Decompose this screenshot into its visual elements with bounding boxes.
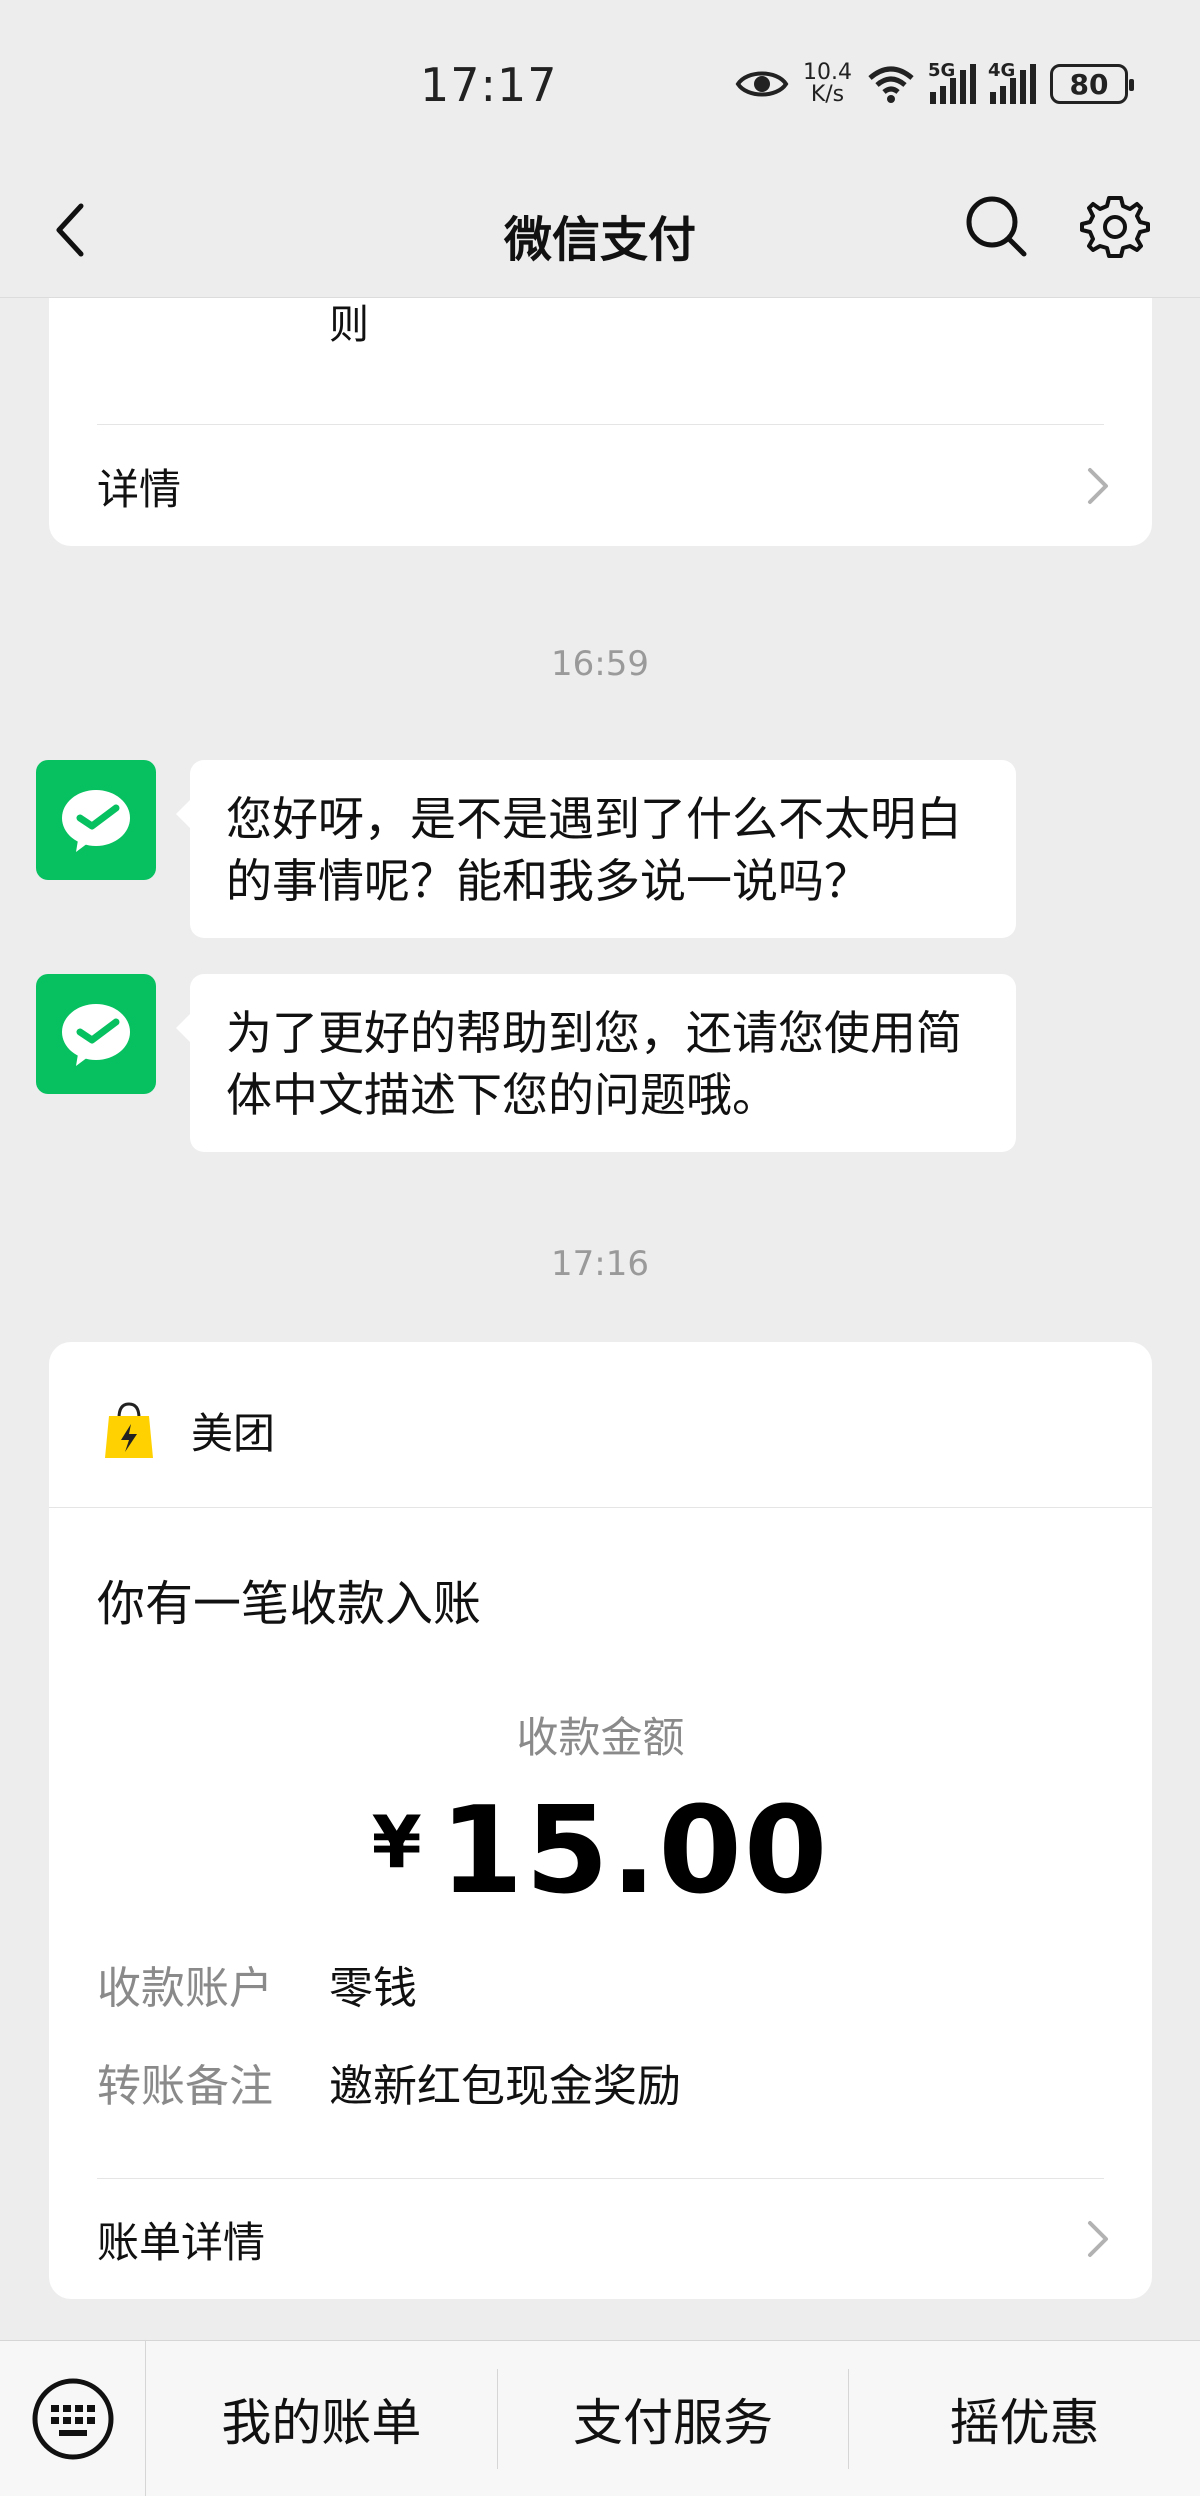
- net-speed-value: 10.4: [803, 60, 852, 85]
- divider: [97, 424, 1104, 425]
- wifi-icon: [868, 66, 914, 103]
- wechat-pay-icon: [62, 790, 130, 852]
- details-link[interactable]: 详情: [97, 456, 1112, 516]
- amount-label: 收款金额: [516, 1713, 685, 1762]
- previous-notice-card: 则 详情: [49, 298, 1152, 546]
- battery-level: 80: [1069, 67, 1109, 101]
- account-value: 零钱: [329, 1963, 417, 2014]
- chat-bubble: 为了更好的帮助到您，还请您使用简体中文描述下您的问题哦。: [176, 974, 1016, 1152]
- chevron-right-icon: [1088, 468, 1108, 504]
- payment-card-header: 美团: [49, 1342, 1152, 1508]
- net-speed-unit: K/s: [810, 82, 845, 107]
- chat-bubble: 您好呀，是不是遇到了什么不太明白的事情呢？能和我多说一说吗？: [176, 760, 1016, 938]
- amount: ¥15.00: [49, 1782, 1152, 1921]
- note-value: 邀新红包现金奖励: [329, 2061, 681, 2112]
- payment-headline: 你有一笔收款入账: [97, 1576, 482, 1632]
- menu-my-bills[interactable]: 我的账单: [146, 2368, 498, 2469]
- note-label: 转账备注: [97, 2061, 273, 2112]
- menu-shake-offers[interactable]: 摇优惠: [849, 2369, 1200, 2469]
- meituan-bag-icon: [105, 1402, 153, 1458]
- settings-button[interactable]: [1080, 192, 1150, 262]
- note-row: 转账备注 邀新红包现金奖励: [97, 2050, 681, 2114]
- account-label: 收款账户: [97, 1963, 273, 2014]
- bill-details-label: 账单详情: [97, 2217, 266, 2267]
- menu-payment-services[interactable]: 支付服务: [498, 2368, 850, 2469]
- chat-message: 您好呀，是不是遇到了什么不太明白的事情呢？能和我多说一说吗？: [36, 760, 1016, 938]
- keyboard-icon: [32, 2378, 113, 2459]
- payment-notice-card[interactable]: 美团 你有一笔收款入账 收款金额 ¥15.00 收款账户 零钱 转账备注 邀新红…: [49, 1342, 1152, 2299]
- wechat-pay-icon: [62, 1004, 130, 1066]
- search-icon: [966, 196, 1027, 257]
- avatar[interactable]: [36, 760, 156, 880]
- status-time: 17:17: [420, 58, 558, 112]
- currency-symbol: ¥: [371, 1800, 422, 1884]
- chat-message: 为了更好的帮助到您，还请您使用简体中文描述下您的问题哦。: [36, 974, 1016, 1152]
- keyboard-toggle-button[interactable]: [0, 2340, 146, 2496]
- notice-partial-text: 则: [329, 302, 369, 348]
- signal-4g-icon: 4G: [988, 60, 1036, 104]
- chevron-right-icon: [1088, 2221, 1108, 2257]
- amount-value: 15.00: [439, 1782, 830, 1921]
- chat-timestamp: 16:59: [551, 644, 649, 684]
- gear-icon: [1080, 196, 1150, 258]
- bill-details-link[interactable]: 账单详情: [97, 2204, 1112, 2274]
- signal-5g-label: 5G: [927, 60, 956, 81]
- status-icons: 10.4 K/s 5G 4G 80: [735, 60, 1134, 106]
- status-bar: 17:17 10.4 K/s 5G 4G 80: [0, 0, 1200, 170]
- search-button[interactable]: [964, 194, 1030, 260]
- nav-bar: 微信支付: [0, 170, 1200, 298]
- battery-indicator: 80: [1049, 64, 1134, 104]
- bottom-menu-bar: 我的账单 支付服务 摇优惠: [0, 2340, 1200, 2496]
- account-row: 收款账户 零钱: [97, 1952, 417, 2016]
- avatar[interactable]: [36, 974, 156, 1094]
- net-speed: 10.4 K/s: [803, 62, 852, 106]
- signal-5g-icon: 5G: [928, 60, 976, 104]
- divider: [97, 2178, 1104, 2179]
- chat-timestamp: 17:16: [551, 1244, 649, 1284]
- merchant-name: 美团: [191, 1409, 276, 1458]
- signal-4g-label: 4G: [987, 60, 1016, 81]
- eye-icon: [735, 71, 789, 97]
- details-label: 详情: [97, 464, 182, 514]
